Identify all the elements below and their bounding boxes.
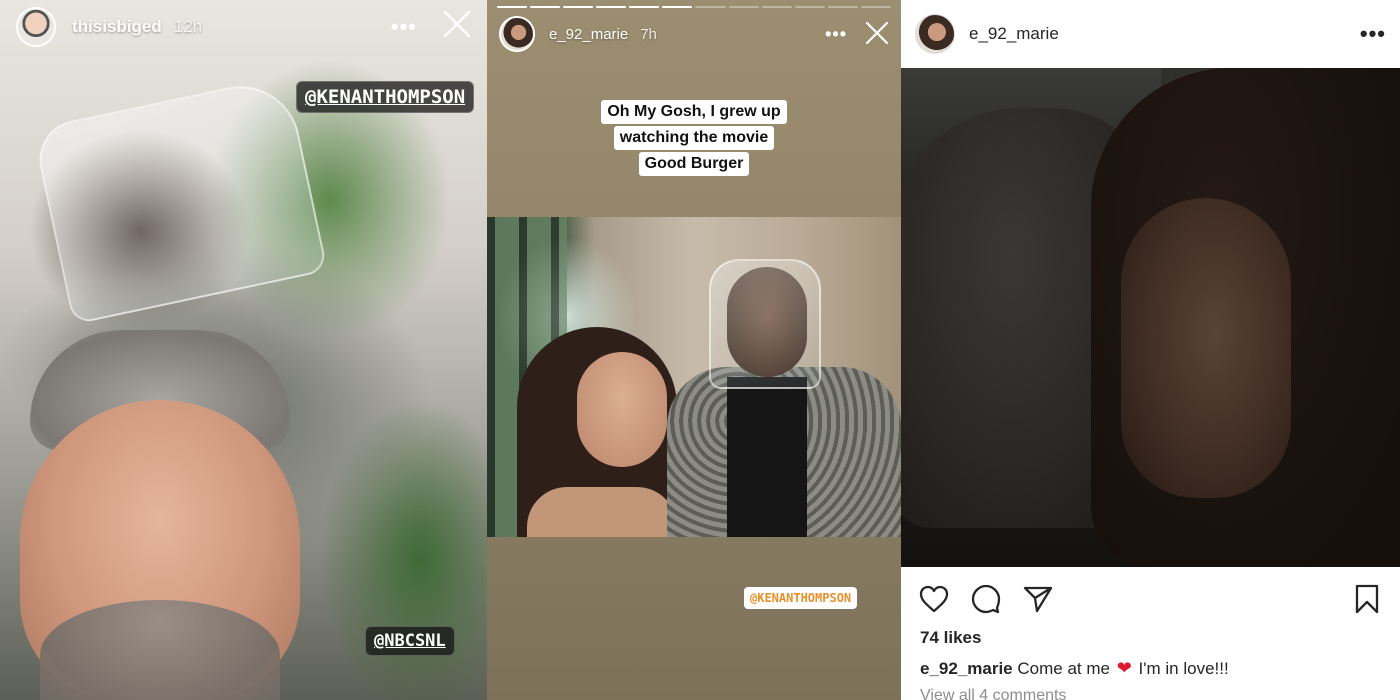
red-heart-emoji: ❤: [1116, 658, 1132, 678]
avatar[interactable]: [16, 7, 56, 47]
mention-tag-nbcsnl[interactable]: @NBCSNL: [365, 626, 455, 656]
progress-segment: [563, 6, 594, 8]
more-dots-icon[interactable]: •••: [825, 24, 847, 45]
story-username[interactable]: thisisbiged: [72, 17, 162, 37]
story-text-caption: Oh My Gosh, I grew up watching the movie…: [487, 100, 901, 178]
likes-count[interactable]: 74 likes: [920, 628, 981, 648]
progress-segment: [497, 6, 528, 8]
avatar[interactable]: [499, 16, 535, 52]
bookmark-icon[interactable]: [1350, 582, 1384, 616]
progress-segment: [827, 6, 858, 8]
story-panel-thisisbiged: thisisbiged 12h ••• @KENANTHOMPSON @NBCS…: [0, 0, 487, 700]
progress-segment: [761, 6, 792, 8]
photo-face-area: [1121, 198, 1291, 498]
progress-segment: [530, 6, 561, 8]
post-header: e_92_marie •••: [901, 0, 1400, 68]
caption-text: I'm in love!!!: [1138, 659, 1229, 678]
avatar[interactable]: [915, 14, 955, 54]
progress-segment: [695, 6, 726, 8]
more-dots-icon[interactable]: •••: [1360, 21, 1386, 47]
caption-line: Oh My Gosh, I grew up: [601, 100, 787, 124]
more-dots-icon[interactable]: •••: [391, 14, 417, 40]
photo-body-area: [527, 487, 677, 537]
story-header: e_92_marie 7h •••: [487, 10, 901, 58]
story-photo: [487, 217, 901, 537]
heart-icon[interactable]: [917, 582, 951, 616]
caption-text: Come at me: [1017, 659, 1110, 678]
caption-username[interactable]: e_92_marie: [920, 659, 1013, 678]
caption-line: watching the movie: [613, 126, 775, 150]
mention-tag-kenanthompson[interactable]: @KENANTHOMPSON: [744, 587, 858, 609]
photo-beard-area: [40, 600, 280, 700]
post-caption: e_92_marie Come at me ❤ I'm in love!!!: [920, 658, 1229, 679]
face-shield-photo-area: [32, 75, 328, 325]
story-username[interactable]: e_92_marie: [549, 26, 628, 43]
progress-segment: [662, 6, 693, 8]
caption-line: Good Burger: [638, 152, 750, 176]
comment-icon[interactable]: [969, 582, 1003, 616]
view-comments-link[interactable]: View all 4 comments: [920, 687, 1066, 700]
progress-segment: [596, 6, 627, 8]
story-header: thisisbiged 12h •••: [0, 0, 487, 54]
photo-shirt-area: [727, 377, 807, 537]
close-icon[interactable]: [443, 10, 471, 44]
mention-tag-kenanthompson[interactable]: @KENANTHOMPSON: [296, 81, 475, 113]
photo-face-area: [577, 352, 667, 467]
progress-segment: [629, 6, 660, 8]
close-icon[interactable]: [865, 17, 889, 51]
face-shield-photo-area: [709, 259, 821, 389]
post-panel: e_92_marie ••• 74 likes e_92_marie Come …: [901, 0, 1400, 700]
story-progress-bar: [497, 6, 891, 8]
post-action-bar: [917, 578, 1384, 620]
post-photo[interactable]: [901, 68, 1400, 567]
progress-segment: [728, 6, 759, 8]
share-icon[interactable]: [1021, 582, 1055, 616]
story-time: 7h: [640, 25, 657, 43]
progress-segment: [794, 6, 825, 8]
story-time: 12h: [173, 17, 203, 36]
story-panel-e-92-marie: e_92_marie 7h ••• Oh My Gosh, I grew up …: [487, 0, 901, 700]
progress-segment: [860, 6, 891, 8]
post-username[interactable]: e_92_marie: [969, 24, 1059, 44]
